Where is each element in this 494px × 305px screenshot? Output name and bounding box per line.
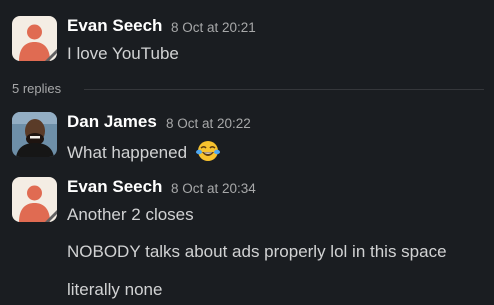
default-avatar-icon[interactable] (12, 16, 57, 61)
tears-of-joy-emoji (195, 140, 220, 167)
replies-divider (84, 89, 484, 90)
message-text: What happened (67, 140, 220, 167)
timestamp[interactable]: 8 Oct at 20:22 (166, 116, 251, 131)
message-text: I love YouTube (67, 44, 179, 63)
message-text: NOBODY talks about ads properly lol in t… (67, 242, 447, 261)
default-avatar-icon[interactable] (12, 177, 57, 222)
author-name[interactable]: Evan Seech (67, 16, 162, 36)
user-photo[interactable] (12, 112, 57, 157)
message-text: Another 2 closes (67, 205, 194, 224)
timestamp[interactable]: 8 Oct at 20:34 (171, 181, 256, 196)
message-text: literally none (67, 280, 163, 299)
replies-count[interactable]: 5 replies (12, 81, 61, 96)
author-name[interactable]: Evan Seech (67, 177, 162, 197)
message-text-content: What happened (67, 143, 188, 162)
timestamp[interactable]: 8 Oct at 20:21 (171, 20, 256, 35)
author-name[interactable]: Dan James (67, 112, 157, 132)
